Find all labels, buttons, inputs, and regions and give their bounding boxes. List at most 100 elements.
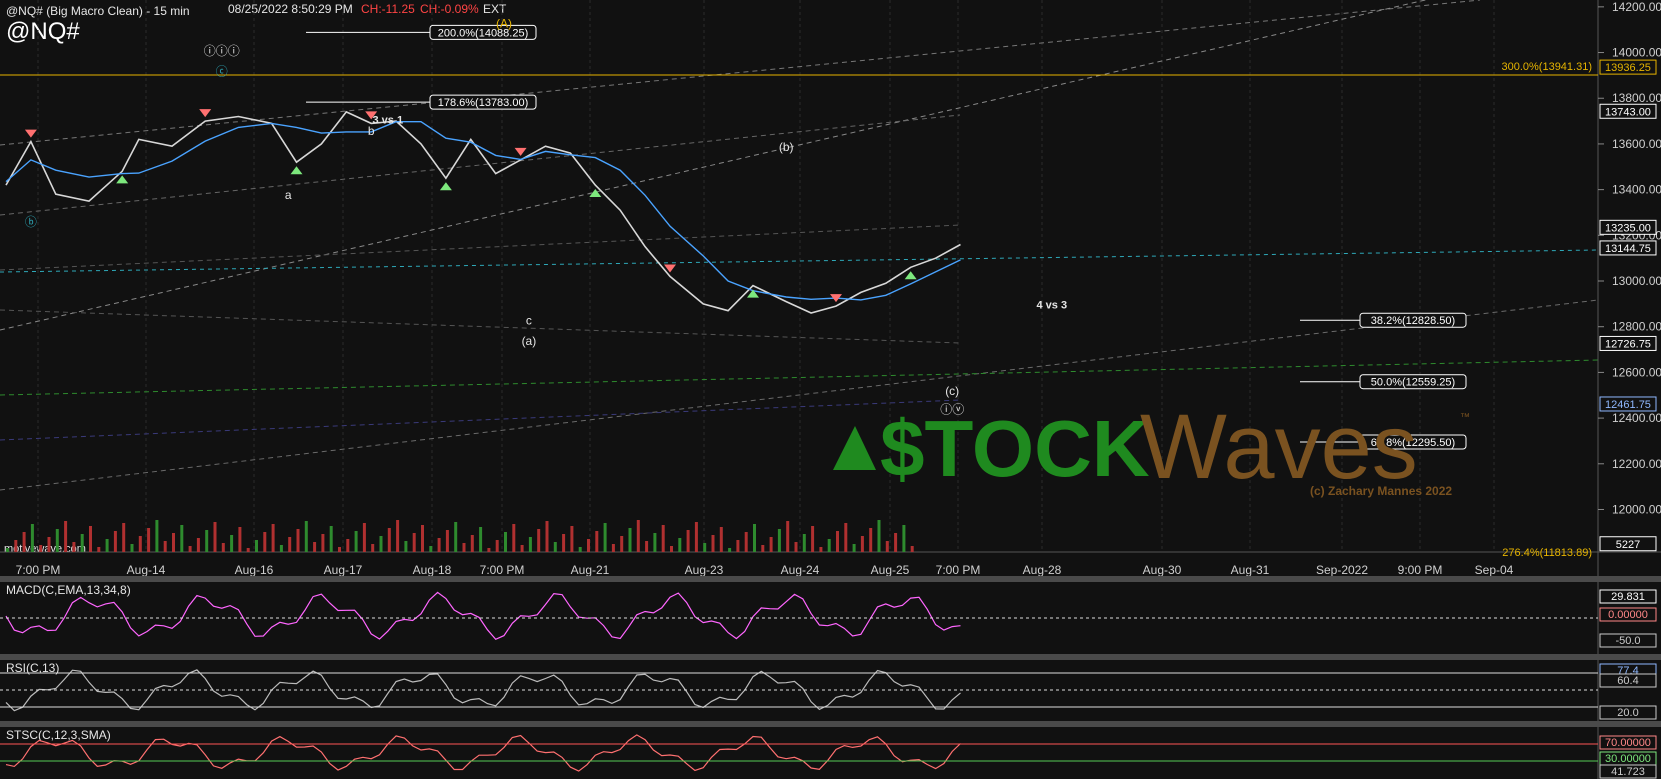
volume-bar	[703, 543, 707, 552]
x-tick-label: Aug-28	[1023, 563, 1062, 577]
wave-label: (A)	[496, 16, 512, 30]
volume-bar	[412, 533, 416, 552]
y-tick-label: 13400.00	[1612, 183, 1661, 197]
volume-bar	[130, 544, 134, 552]
volume-bar	[188, 546, 192, 552]
volume-bar	[371, 544, 375, 552]
wave-label: (b)	[779, 140, 794, 154]
x-tick-label: Aug-30	[1143, 563, 1182, 577]
volume-bar	[910, 546, 914, 552]
volume-bar	[686, 530, 690, 552]
volume-bar	[313, 542, 317, 552]
volume-bar	[205, 530, 209, 552]
price-badge-label: 13936.25	[1605, 62, 1651, 74]
indicator-badge-label: 41.723	[1611, 766, 1645, 778]
volume-bar	[694, 522, 698, 552]
volume-bar	[321, 534, 325, 552]
volume-bar	[196, 538, 200, 552]
volume-bar	[445, 530, 449, 552]
wave-label: ⓑ	[25, 215, 37, 229]
volume-bar	[603, 523, 607, 552]
volume-bar	[479, 527, 483, 552]
logo-copyright: (c) Zachary Mannes 2022	[1310, 484, 1452, 498]
volume-bar	[55, 529, 59, 552]
volume-bar	[64, 521, 68, 552]
volume-bar	[22, 532, 26, 552]
volume-bar	[528, 537, 532, 552]
volume-bar	[620, 536, 624, 552]
chart-background	[0, 0, 1661, 779]
x-tick-label: Sep-2022	[1316, 563, 1368, 577]
volume-bar	[387, 528, 391, 552]
volume-bar	[213, 522, 217, 552]
price-badge-label: 13144.75	[1605, 243, 1651, 255]
volume-bar	[271, 524, 275, 552]
x-tick-label: 7:00 PM	[936, 563, 981, 577]
indicator-badge-label: 20.0	[1617, 707, 1638, 719]
volume-bar	[113, 531, 117, 552]
price-badge-label: 12726.75	[1605, 338, 1651, 350]
x-tick-label: Aug-16	[235, 563, 274, 577]
volume-bar	[221, 543, 225, 552]
extension-label: 276.4%(11813.89)	[1502, 547, 1592, 559]
price-badge-label: 13743.00	[1605, 106, 1651, 118]
x-tick-label: Aug-24	[781, 563, 820, 577]
volume-bar	[346, 539, 350, 552]
volume-bar	[495, 540, 499, 552]
y-tick-label: 12400.00	[1612, 411, 1661, 425]
volume-bar	[6, 548, 9, 552]
wave-label: b	[368, 124, 375, 138]
volume-bar	[421, 525, 424, 552]
volume-bar	[80, 534, 84, 552]
price-chart[interactable]: @NQ# (Big Macro Clean) - 15 min 08/25/20…	[0, 0, 1661, 779]
session-label: EXT	[483, 2, 507, 16]
symbol-big: @NQ#	[6, 18, 80, 45]
y-tick-label: 12200.00	[1612, 457, 1661, 471]
logo-waves-text: Waves	[1140, 396, 1418, 498]
wave-label: c	[526, 313, 532, 327]
volume-bar	[39, 545, 43, 552]
volume-bar	[437, 538, 441, 552]
wave-label: a	[285, 188, 292, 202]
logo-trademark: ™	[1460, 412, 1470, 423]
volume-bar	[836, 531, 839, 552]
volume-bar	[860, 536, 864, 552]
volume-bar	[470, 535, 474, 552]
volume-bar	[769, 537, 773, 552]
volume-bar	[777, 529, 781, 552]
symbol-title: @NQ# (Big Macro Clean) - 15 min	[6, 4, 190, 18]
volume-bar	[802, 534, 806, 552]
stockwaves-logo: $TOCK Waves ™ (c) Zachary Mannes 2022	[833, 396, 1470, 498]
volume-bar	[296, 529, 300, 552]
volume-bar	[72, 542, 76, 552]
volume-bar	[545, 521, 549, 552]
header-datetime: 08/25/2022 8:50:29 PM	[228, 2, 353, 16]
volume-bar	[595, 531, 599, 552]
volume-bar	[819, 547, 823, 552]
y-tick-label: 13600.00	[1612, 137, 1661, 151]
volume-bar	[645, 541, 649, 552]
y-tick-label: 14000.00	[1612, 46, 1661, 60]
volume-bar	[728, 548, 732, 552]
volume-bar	[14, 540, 18, 552]
x-tick-label: 7:00 PM	[16, 563, 61, 577]
volume-bar	[30, 524, 34, 552]
x-tick-label: 9:00 PM	[1398, 563, 1443, 577]
panel-separator	[0, 721, 1661, 727]
volume-bar	[753, 524, 756, 552]
volume-bar	[304, 521, 308, 552]
change-percent: CH:-0.09%	[420, 2, 479, 16]
volume-bar	[454, 522, 458, 552]
volume-bar	[653, 533, 657, 552]
y-tick-label: 12000.00	[1612, 502, 1661, 516]
x-tick-label: Aug-14	[127, 563, 166, 577]
volume-bar	[504, 532, 507, 552]
volume-bar	[736, 540, 740, 552]
fib-level-label: 200.0%(14088.25)	[438, 27, 529, 39]
indicator-badge-label: 60.4	[1617, 675, 1638, 687]
wave-label: (a)	[522, 334, 537, 348]
volume-bar	[462, 543, 466, 552]
volume-bar	[562, 534, 566, 552]
volume-bar	[172, 533, 175, 552]
indicator-badge-label: 0.00000	[1608, 609, 1648, 621]
